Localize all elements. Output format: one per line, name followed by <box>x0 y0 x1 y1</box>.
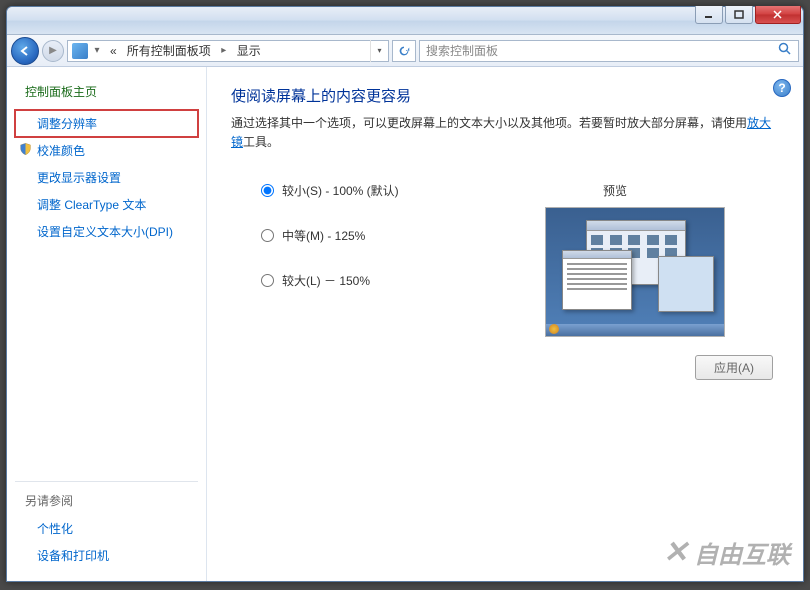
options-row: 较小(S) - 100% (默认) 中等(M) - 125% 较大(L) － 1… <box>231 182 779 337</box>
radio-option-small[interactable]: 较小(S) - 100% (默认) <box>261 182 451 199</box>
sidebar-link-display-settings[interactable]: 更改显示器设置 <box>15 164 198 191</box>
window: ▶ ▾ « 所有控制面板项 ▸ 显示 ▾ 搜索控制面板 控制面板主页 <box>6 6 804 582</box>
sidebar-see-also-heading: 另请参阅 <box>15 490 198 515</box>
sidebar-link-label: 设置自定义文本大小(DPI) <box>37 225 173 239</box>
title-bar <box>7 7 803 35</box>
breadcrumb-sep-icon[interactable]: ▸ <box>217 40 231 62</box>
watermark: ✕ 自由互联 <box>663 535 790 570</box>
sidebar-link-personalization[interactable]: 个性化 <box>15 515 198 542</box>
window-controls <box>695 6 801 24</box>
page-title: 使阅读屏幕上的内容更容易 <box>231 85 779 106</box>
control-panel-icon <box>72 43 88 59</box>
breadcrumb-dropdown[interactable]: ▾ <box>90 40 104 62</box>
sidebar-link-label: 更改显示器设置 <box>37 171 121 185</box>
sidebar-link-label: 个性化 <box>37 522 73 536</box>
sidebar-link-label: 校准颜色 <box>37 144 85 158</box>
sidebar-link-label: 调整 ClearType 文本 <box>37 198 146 212</box>
sidebar-link-dpi[interactable]: 设置自定义文本大小(DPI) <box>15 218 198 245</box>
radio-option-medium[interactable]: 中等(M) - 125% <box>261 227 451 244</box>
radio-option-large[interactable]: 较大(L) － 150% <box>261 272 451 289</box>
sidebar-link-resolution[interactable]: 调整分辨率 <box>15 110 198 137</box>
shield-icon <box>19 142 32 156</box>
watermark-text: 自由互联 <box>694 535 790 570</box>
radio-label: 中等(M) - 125% <box>282 227 365 244</box>
preview-column: 预览 <box>491 182 779 337</box>
maximize-button[interactable] <box>725 6 753 24</box>
breadcrumb-item[interactable]: 显示 <box>233 40 265 62</box>
page-description: 通过选择其中一个选项，可以更改屏幕上的文本大小以及其他项。若要暂时放大部分屏幕，… <box>231 114 779 152</box>
size-options: 较小(S) - 100% (默认) 中等(M) - 125% 较大(L) － 1… <box>231 182 451 337</box>
sidebar-link-calibrate[interactable]: 校准颜色 <box>15 137 198 164</box>
sidebar-link-cleartype[interactable]: 调整 ClearType 文本 <box>15 191 198 218</box>
sidebar-link-label: 设备和打印机 <box>37 549 109 563</box>
radio-large[interactable] <box>261 274 274 287</box>
breadcrumb-history-dropdown[interactable]: ▾ <box>370 40 388 62</box>
search-placeholder: 搜索控制面板 <box>426 42 498 59</box>
close-button[interactable] <box>755 6 801 24</box>
search-input[interactable]: 搜索控制面板 <box>419 40 799 62</box>
sidebar: 控制面板主页 调整分辨率 校准颜色 更改显示器设置 调整 ClearType 文… <box>7 67 207 581</box>
radio-medium[interactable] <box>261 229 274 242</box>
sidebar-link-label: 调整分辨率 <box>37 117 97 131</box>
back-button[interactable] <box>11 37 39 65</box>
sidebar-separator <box>15 481 198 482</box>
apply-button[interactable]: 应用(A) <box>695 355 773 380</box>
help-icon[interactable]: ? <box>773 79 791 97</box>
radio-small[interactable] <box>261 184 274 197</box>
minimize-button[interactable] <box>695 6 723 24</box>
breadcrumb-prefix: « <box>106 40 121 62</box>
forward-button[interactable]: ▶ <box>42 40 64 62</box>
sidebar-link-devices[interactable]: 设备和打印机 <box>15 542 198 569</box>
refresh-button[interactable] <box>392 40 416 62</box>
search-icon <box>778 42 792 59</box>
radio-label: 较小(S) - 100% (默认) <box>282 182 399 199</box>
content-area: 控制面板主页 调整分辨率 校准颜色 更改显示器设置 调整 ClearType 文… <box>7 67 803 581</box>
main-panel: ? 使阅读屏幕上的内容更容易 通过选择其中一个选项，可以更改屏幕上的文本大小以及… <box>207 67 803 581</box>
nav-toolbar: ▶ ▾ « 所有控制面板项 ▸ 显示 ▾ 搜索控制面板 <box>7 35 803 67</box>
breadcrumb[interactable]: ▾ « 所有控制面板项 ▸ 显示 ▾ <box>67 40 389 62</box>
preview-label: 预览 <box>491 182 779 199</box>
watermark-icon: ✕ <box>663 535 688 570</box>
radio-label: 较大(L) － 150% <box>282 272 370 289</box>
apply-row: 应用(A) <box>231 355 779 380</box>
breadcrumb-item[interactable]: 所有控制面板项 <box>123 40 215 62</box>
sidebar-heading[interactable]: 控制面板主页 <box>15 79 198 110</box>
preview-image <box>545 207 725 337</box>
